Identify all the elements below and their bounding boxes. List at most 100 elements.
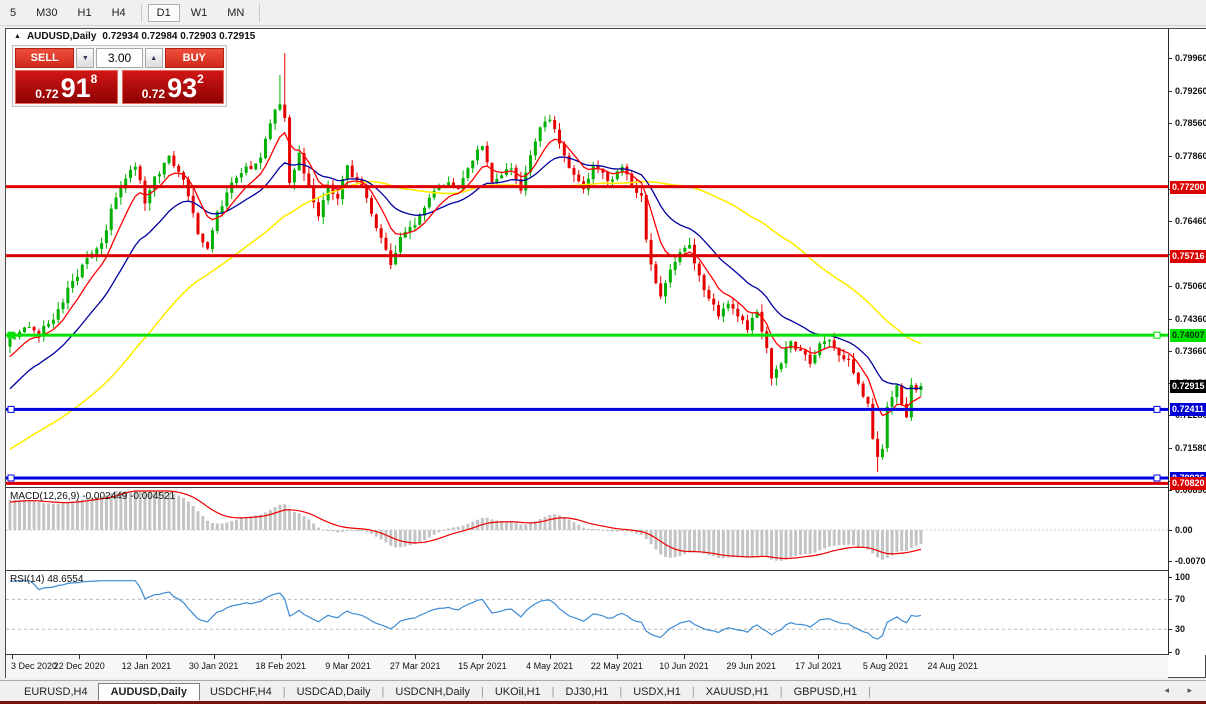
time-axis-label: 17 Jul 2021 xyxy=(795,661,842,671)
price-axis[interactable]: 0.799600.792600.785600.778600.771600.764… xyxy=(1168,29,1206,657)
time-axis-tick xyxy=(818,655,820,659)
time-axis-tick xyxy=(146,655,148,659)
chart-tab-dj30[interactable]: DJ30,H1 xyxy=(556,683,619,701)
macd-chart xyxy=(6,490,1168,561)
volume-increase-button[interactable]: ▲ xyxy=(144,48,163,68)
macd-label: MACD(12,26,9) -0.002449 -0.004521 xyxy=(10,491,176,502)
timeframe-button-h1[interactable]: H1 xyxy=(69,4,101,22)
toolbar-separator xyxy=(140,3,142,22)
time-axis-tick xyxy=(415,655,417,659)
time-axis-tick xyxy=(213,655,215,659)
axis-tick-mark xyxy=(1169,561,1172,563)
axis-tick-mark xyxy=(1169,530,1172,531)
hline-handle-right[interactable] xyxy=(1153,474,1161,482)
hline-handle-left[interactable] xyxy=(7,331,15,339)
buy-price-button[interactable]: 0.72 93 2 xyxy=(121,70,224,104)
time-axis-tick xyxy=(348,655,349,659)
candlestick-chart xyxy=(6,53,1168,485)
timeframe-button-5[interactable]: 5 xyxy=(1,4,25,22)
timeframe-button-w1[interactable]: W1 xyxy=(182,4,217,22)
timeframe-button-h4[interactable]: H4 xyxy=(103,4,135,22)
time-axis-label: 30 Jan 2021 xyxy=(188,661,239,671)
macd-axis-label: 0.00 xyxy=(1175,525,1193,535)
chart-tab-ukoil[interactable]: UKOil,H1 xyxy=(485,683,551,701)
axis-tick-mark xyxy=(1169,221,1172,223)
price-level-badge-0.74007: 0.74007 xyxy=(1170,329,1206,343)
time-axis-tick xyxy=(12,655,13,659)
tab-scroll-arrows[interactable]: ◂ ▸ xyxy=(1164,685,1200,696)
chart-tab-gbpusd[interactable]: GBPUSD,H1 xyxy=(784,683,868,701)
macd-pane[interactable]: MACD(12,26,9) -0.002449 -0.004521 xyxy=(6,489,1168,571)
chart-tab-audusd[interactable]: AUDUSD,Daily xyxy=(97,682,200,701)
time-axis-label: 24 Aug 2021 xyxy=(927,661,979,671)
time-axis-tick xyxy=(549,655,551,659)
hline-handle-left[interactable] xyxy=(7,474,15,482)
hline-0.70936[interactable] xyxy=(6,476,1168,480)
price-level-badge-0.70820: 0.70820 xyxy=(1170,477,1206,491)
axis-tick-mark xyxy=(1169,58,1172,60)
price-axis-label: 0.79960 xyxy=(1175,53,1206,64)
axis-tick-mark xyxy=(1169,577,1172,578)
timeframe-button-m30[interactable]: M30 xyxy=(27,4,66,22)
hline-0.72411[interactable] xyxy=(6,407,1168,411)
tab-separator: | xyxy=(691,685,695,698)
chart-tab-usdchf[interactable]: USDCHF,H4 xyxy=(200,683,282,701)
price-axis-label: 0.71580 xyxy=(1175,443,1206,454)
chart-tab-xauusd[interactable]: XAUUSD,H1 xyxy=(696,683,779,701)
hline-handle-left[interactable] xyxy=(7,405,15,413)
timeframe-button-d1[interactable]: D1 xyxy=(147,3,180,22)
hline-handle-right[interactable] xyxy=(1153,331,1161,339)
time-axis-label: 22 Dec 2020 xyxy=(53,661,105,671)
axis-tick-mark xyxy=(1169,599,1172,601)
price-pane[interactable] xyxy=(6,42,1168,488)
chart-symbol-title: AUDUSD,Daily xyxy=(26,30,97,42)
axis-tick-mark xyxy=(1169,351,1172,353)
axis-tick-mark xyxy=(1169,629,1172,631)
volume-decrease-button[interactable]: ▼ xyxy=(76,48,95,68)
axis-tick-mark xyxy=(1169,123,1172,125)
price-axis-label: 0.78560 xyxy=(1175,118,1206,129)
price-axis-label: 0.74360 xyxy=(1175,313,1206,324)
rsi-axis-label: 70 xyxy=(1175,594,1186,605)
tab-separator: | xyxy=(480,685,484,698)
sell-price-button[interactable]: 0.72 91 8 xyxy=(15,70,118,104)
sell-button[interactable]: SELL xyxy=(15,48,75,68)
hline-0.70820[interactable] xyxy=(6,481,1168,485)
price-axis-label: 0.75060 xyxy=(1175,281,1206,292)
time-axis-label: 4 May 2021 xyxy=(526,661,574,671)
chart-tab-usdcnh[interactable]: USDCNH,Daily xyxy=(385,683,480,701)
sell-price-main: 91 xyxy=(60,73,91,103)
price-axis-label: 0.76460 xyxy=(1175,216,1206,227)
time-axis[interactable]: 3 Dec 2020 22 Dec 2020 12 Jan 2021 30 Jan 2… xyxy=(6,655,1168,678)
tab-separator: | xyxy=(381,685,385,698)
hline-0.75716[interactable] xyxy=(6,254,1168,258)
chart-tab-usdcad[interactable]: USDCAD,Daily xyxy=(287,683,381,701)
chart-tab-eurusd[interactable]: EURUSD,H4 xyxy=(14,683,98,701)
time-axis-label: 15 Apr 2021 xyxy=(458,661,507,671)
collapse-trade-panel-icon[interactable]: ▲ xyxy=(14,33,21,40)
buy-button[interactable]: BUY xyxy=(164,48,224,68)
axis-tick-mark xyxy=(1169,448,1172,450)
time-axis-tick xyxy=(952,655,954,659)
volume-input[interactable]: 3.00 xyxy=(96,48,143,68)
rsi-pane[interactable]: RSI(14) 48.6554 xyxy=(6,572,1168,655)
hline-0.77200[interactable] xyxy=(6,185,1168,189)
chart-ohlc-values: 0.72934 0.72984 0.72903 0.72915 xyxy=(102,30,256,42)
timeframe-toolbar: 5 M30 H1 H4 D1 W1 MN xyxy=(0,0,1206,26)
sell-price-prefix: 0.72 xyxy=(35,87,59,101)
time-axis-tick xyxy=(482,655,484,659)
buy-price-prefix: 0.72 xyxy=(141,87,166,101)
hline-0.74007[interactable] xyxy=(6,333,1168,337)
time-axis-tick xyxy=(280,655,282,659)
time-axis-label: 12 Jan 2021 xyxy=(121,661,172,671)
time-axis-label: 3 Dec 2020 xyxy=(10,661,58,671)
time-axis-label: 18 Feb 2021 xyxy=(255,661,307,671)
tab-separator: | xyxy=(868,685,871,698)
tab-separator: | xyxy=(779,685,783,698)
hline-handle-right[interactable] xyxy=(1153,405,1161,413)
timeframe-button-mn[interactable]: MN xyxy=(218,4,253,22)
price-axis-label: 0.79260 xyxy=(1175,85,1206,96)
chart-tab-usdx[interactable]: USDX,H1 xyxy=(623,683,691,701)
rsi-axis-label: 100 xyxy=(1175,572,1191,582)
time-axis-tick xyxy=(616,655,618,659)
